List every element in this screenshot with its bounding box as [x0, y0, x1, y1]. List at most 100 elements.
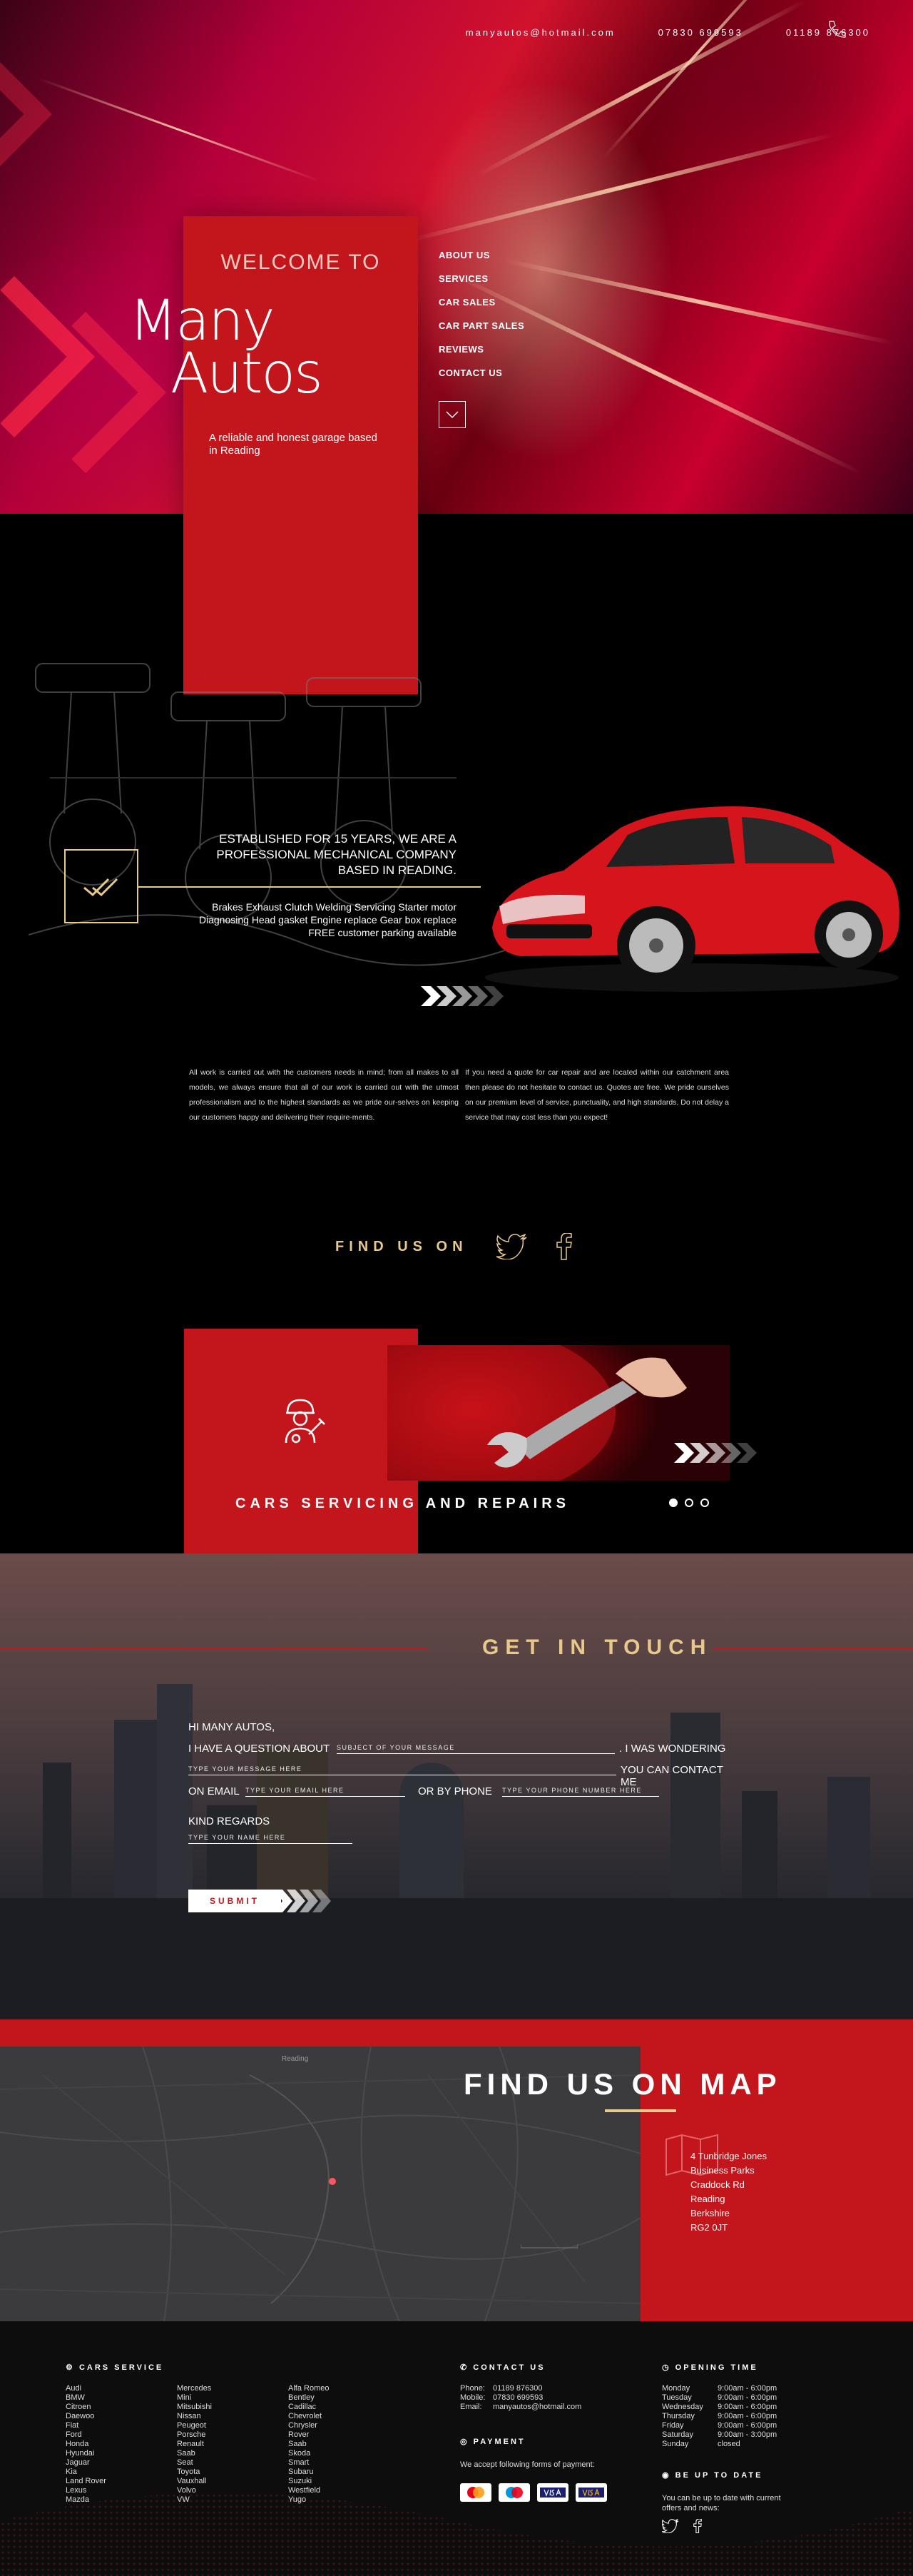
- checkmark-icon: [83, 878, 118, 897]
- opening-hours: Monday 9:00am - 6:00pm Tuesday 9:00am - 6:…: [662, 2384, 777, 2449]
- chevron-down-icon: [446, 411, 459, 419]
- name-input[interactable]: TYPE YOUR NAME HERE: [188, 1834, 352, 1844]
- facebook-icon[interactable]: [556, 1233, 572, 1260]
- slider-pagination: [669, 1499, 709, 1507]
- hours-time: 9:00am - 3:00pm: [718, 2430, 777, 2439]
- visa-electron-icon: [576, 2483, 607, 2502]
- about-text-right: If you need a quote for car repair and a…: [465, 1068, 729, 1122]
- established-text: ESTABLISHED FOR 15 YEARS, WE ARE A PROFE…: [216, 832, 456, 877]
- form-email-label: ON EMAIL: [188, 1785, 240, 1797]
- welcome-title: WELCOME TO: [220, 250, 381, 274]
- payment-text: We accept following forms of payment:: [460, 2460, 595, 2469]
- brand-item: Volvo: [177, 2486, 196, 2495]
- welcome-tagline: A reliable and honest garage based in Re…: [209, 432, 378, 457]
- divider-line: [138, 886, 481, 888]
- submit-button[interactable]: SUBMIT: [188, 1890, 281, 1912]
- title-underline: [605, 2109, 676, 2112]
- nav-services[interactable]: SERVICES: [439, 273, 524, 284]
- brand-item: Toyota: [177, 2468, 200, 2476]
- brand-item: Subaru: [288, 2468, 314, 2476]
- email-input[interactable]: TYPE YOUR EMAIL HERE: [245, 1787, 405, 1797]
- form-phone-label: OR BY PHONE: [418, 1785, 492, 1797]
- hours-day: Monday: [662, 2384, 690, 2393]
- brand-item: Mini: [177, 2393, 192, 2402]
- form-question-label: I HAVE A QUESTION ABOUT: [188, 1743, 330, 1755]
- map-scale: [520, 2244, 578, 2250]
- header-mobile[interactable]: 07830 699593: [658, 27, 743, 38]
- brand-item: Mercedes: [177, 2384, 212, 2393]
- nav-contact-us[interactable]: CONTACT US: [439, 367, 524, 378]
- contact-value[interactable]: 07830 699593: [493, 2393, 543, 2402]
- slider-dot-3[interactable]: [700, 1499, 709, 1507]
- form-contact-me-label: YOU CAN CONTACT ME: [621, 1764, 723, 1788]
- contact-label: Email:: [460, 2403, 482, 2411]
- nav-car-sales[interactable]: CAR SALES: [439, 297, 524, 308]
- hours-time: 9:00am - 6:00pm: [718, 2421, 777, 2430]
- opening-time-heading-text: OPENING TIME: [675, 2363, 758, 2372]
- slider-dot-2[interactable]: [685, 1499, 693, 1507]
- brand-item: Smart: [288, 2458, 310, 2467]
- scroll-down-button[interactable]: [439, 401, 466, 428]
- maestro-icon: [499, 2483, 530, 2502]
- be-up-to-date-heading: ◉ BE UP TO DATE: [662, 2470, 762, 2480]
- be-up-to-date-text: You can be up to date with current offer…: [662, 2494, 781, 2512]
- brands-column-1: Audi BMW Citroen Daewoo Fiat Ford Honda …: [66, 2384, 106, 2505]
- address-line: Business Parks: [690, 2165, 755, 2176]
- brand-item: Saab: [177, 2449, 195, 2458]
- brand-item: Jaguar: [66, 2458, 90, 2467]
- gear-icon: ⚙: [66, 2363, 75, 2372]
- phone-input[interactable]: TYPE YOUR PHONE NUMBER HERE: [502, 1787, 659, 1797]
- logo-line-autos: Autos: [170, 342, 323, 406]
- message-input[interactable]: TYPE YOUR MESSAGE HERE: [188, 1765, 616, 1775]
- welcome-panel: WELCOME TO Many Autos A reliable and hon…: [129, 216, 418, 694]
- map-title: FIND US ON MAP: [464, 2067, 782, 2101]
- hours-time: closed: [718, 2440, 740, 2448]
- nav-about-us[interactable]: ABOUT US: [439, 250, 524, 260]
- footer-contact-details: Phone: 01189 876300 Mobile: 07830 699593 E…: [460, 2384, 581, 2412]
- contact-value[interactable]: 01189 876300: [493, 2384, 543, 2393]
- logo-line-many: Many: [129, 289, 275, 353]
- nav-car-part-sales[interactable]: CAR PART SALES: [439, 320, 524, 331]
- arrows-icon[interactable]: [674, 1440, 760, 1466]
- brand-item: Mitsubishi: [177, 2403, 212, 2411]
- brand-item: Westfield: [288, 2486, 321, 2495]
- brand-item: Ford: [66, 2430, 82, 2439]
- payment-icon: ◎: [460, 2438, 469, 2446]
- phone-icon: [829, 21, 846, 38]
- header-phone[interactable]: 01189 876300: [786, 21, 870, 38]
- brand-item: Audi: [66, 2384, 82, 2393]
- brand-item: Fiat: [66, 2421, 79, 2430]
- brand-item: BMW: [66, 2393, 85, 2402]
- brand-item: Porsche: [177, 2430, 206, 2439]
- brands-column-3: Alfa Romeo Bentley Cadillac Chevrolet Ch…: [288, 2384, 329, 2505]
- brand-item: Yugo: [288, 2495, 307, 2504]
- red-car-image: [485, 806, 899, 992]
- brand-item: Nissan: [177, 2412, 201, 2420]
- nav-reviews[interactable]: REVIEWS: [439, 344, 524, 355]
- address-line: 4 Tunbridge Jones: [690, 2151, 767, 2161]
- address-line: Reading: [690, 2194, 725, 2204]
- hours-day: Saturday: [662, 2430, 694, 2439]
- brand-item: Bentley: [288, 2393, 315, 2402]
- contact-value[interactable]: manyautos@hotmail.com: [493, 2403, 581, 2411]
- twitter-icon[interactable]: [496, 1234, 528, 1259]
- address-block: 4 Tunbridge Jones Business Parks Craddoc…: [690, 2149, 767, 2235]
- facebook-icon[interactable]: [693, 2519, 702, 2533]
- divider-line: [713, 1648, 913, 1650]
- clock-icon: ◷: [662, 2363, 671, 2372]
- brand-item: Kia: [66, 2468, 77, 2476]
- visa-icon: [537, 2483, 568, 2502]
- subject-input[interactable]: SUBJECT OF YOUR MESSAGE: [337, 1744, 615, 1754]
- address-line: RG2 0JT: [690, 2222, 728, 2233]
- header-email[interactable]: manyautos@hotmail.com: [466, 27, 616, 38]
- contact-us-heading: ✆ CONTACT US: [460, 2363, 546, 2372]
- services-heading: CARS SERVICING AND REPAIRS: [235, 1496, 571, 1511]
- site-logo[interactable]: Many Autos: [129, 289, 343, 406]
- brand-item: VW: [177, 2495, 190, 2504]
- payment-heading: ◎ PAYMENT: [460, 2437, 526, 2446]
- main-nav: ABOUT US SERVICES CAR SALES CAR PART SAL…: [439, 250, 524, 391]
- cars-service-heading: ⚙ CARS SERVICE: [66, 2363, 163, 2372]
- slider-dot-1[interactable]: [669, 1499, 678, 1507]
- map-marker[interactable]: [329, 2178, 336, 2185]
- twitter-icon[interactable]: [662, 2519, 679, 2533]
